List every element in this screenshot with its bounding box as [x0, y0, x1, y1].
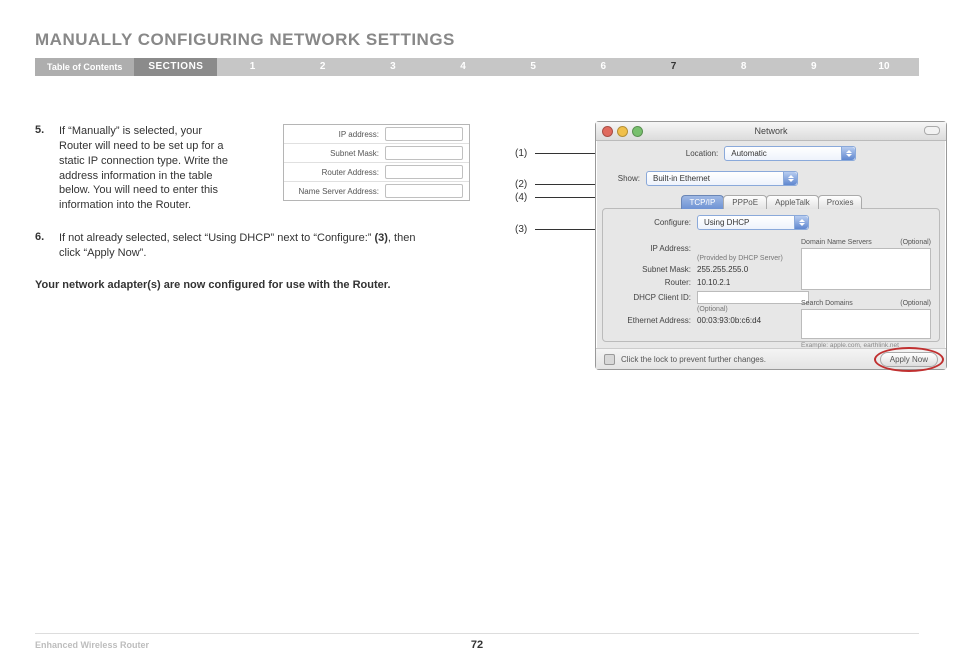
tab-proxies[interactable]: Proxies — [818, 195, 863, 209]
confirmation-text: Your network adapter(s) are now configur… — [35, 279, 465, 291]
nav-item-9[interactable]: 9 — [779, 58, 849, 76]
step-6-number: 6. — [35, 231, 59, 261]
configure-label: Configure: — [611, 218, 697, 227]
lock-icon[interactable] — [604, 354, 615, 365]
nav-item-3[interactable]: 3 — [358, 58, 428, 76]
subnet-mask-field[interactable] — [385, 146, 463, 160]
nav-item-6[interactable]: 6 — [568, 58, 638, 76]
subnet-mask-label: Subnet Mask: — [284, 149, 385, 158]
apply-now-button[interactable]: Apply Now — [880, 352, 938, 367]
dns-heading: Domain Name Servers — [801, 239, 872, 246]
router-value: 10.10.2.1 — [697, 278, 807, 287]
nav-item-7[interactable]: 7 — [638, 58, 708, 76]
dhcp-client-id-input[interactable] — [697, 291, 809, 304]
nav-item-10[interactable]: 10 — [849, 58, 919, 76]
router-label: Router: — [611, 278, 697, 287]
tab-appletalk[interactable]: AppleTalk — [766, 195, 819, 209]
nav-sections: SECTIONS — [134, 58, 217, 76]
network-window: Network Location: Automatic Show: Built-… — [595, 121, 947, 370]
show-label: Show: — [606, 174, 640, 183]
ip-address-field[interactable] — [385, 127, 463, 141]
step-6-text: If not already selected, select “Using D… — [59, 231, 439, 261]
nav-toc[interactable]: Table of Contents — [35, 58, 134, 76]
step-5-number: 5. — [35, 124, 59, 213]
subnet-label: Subnet Mask: — [611, 265, 697, 274]
router-address-label: Router Address: — [284, 168, 385, 177]
chevron-updown-icon — [783, 172, 797, 185]
name-server-field[interactable] — [385, 184, 463, 198]
location-label: Location: — [686, 149, 718, 158]
dns-optional: (Optional) — [900, 239, 931, 246]
show-select[interactable]: Built-in Ethernet — [646, 171, 798, 186]
nav-item-2[interactable]: 2 — [288, 58, 358, 76]
ip-address-label2: IP Address: — [611, 244, 697, 253]
name-server-label: Name Server Address: — [284, 187, 385, 196]
static-ip-table: IP address: Subnet Mask: Router Address:… — [283, 124, 470, 201]
page-title: MANUALLY CONFIGURING NETWORK SETTINGS — [35, 30, 919, 50]
page-footer: Enhanced Wireless Router 72 — [35, 633, 919, 650]
toolbar-toggle-icon[interactable] — [924, 126, 940, 135]
ethernet-address-value: 00:03:93:0b:c6:d4 — [697, 316, 807, 325]
window-title: Network — [596, 126, 946, 136]
ethernet-address-label: Ethernet Address: — [611, 316, 697, 325]
dns-textarea[interactable] — [801, 248, 931, 290]
nav-item-4[interactable]: 4 — [428, 58, 498, 76]
nav-item-1[interactable]: 1 — [217, 58, 287, 76]
search-domains-example: Example: apple.com, earthlink.net — [801, 342, 931, 349]
tab-pppoe[interactable]: PPPoE — [723, 195, 767, 209]
chevron-updown-icon — [794, 216, 808, 229]
tab-tcpip[interactable]: TCP/IP — [681, 195, 725, 209]
callout-1: (1) — [515, 148, 527, 159]
search-domains-textarea[interactable] — [801, 309, 931, 339]
section-nav: Table of Contents SECTIONS 1 2 3 4 5 6 7… — [35, 58, 919, 76]
router-address-field[interactable] — [385, 165, 463, 179]
callout-3: (3) — [515, 224, 527, 235]
page-number: 72 — [35, 639, 919, 651]
lock-text: Click the lock to prevent further change… — [621, 355, 766, 364]
nav-item-8[interactable]: 8 — [709, 58, 779, 76]
window-titlebar: Network — [596, 122, 946, 141]
callout-4: (4) — [515, 192, 527, 203]
window-statusbar: Click the lock to prevent further change… — [596, 348, 946, 369]
configure-select[interactable]: Using DHCP — [697, 215, 809, 230]
step-5-text: If “Manually” is selected, your Router w… — [59, 124, 229, 213]
ip-address-label: IP address: — [284, 130, 385, 139]
subnet-value: 255.255.255.0 — [697, 265, 807, 274]
nav-item-5[interactable]: 5 — [498, 58, 568, 76]
tab-bar: TCP/IP PPPoE AppleTalk Proxies — [596, 195, 946, 209]
search-domains-optional: (Optional) — [900, 300, 931, 307]
chevron-updown-icon — [841, 147, 855, 160]
search-domains-heading: Search Domains — [801, 300, 853, 307]
callout-2: (2) — [515, 179, 527, 190]
dhcp-client-id-label: DHCP Client ID: — [611, 293, 697, 302]
location-select[interactable]: Automatic — [724, 146, 856, 161]
tcpip-panel: Configure: Using DHCP IP Address: (Provi… — [602, 208, 940, 342]
